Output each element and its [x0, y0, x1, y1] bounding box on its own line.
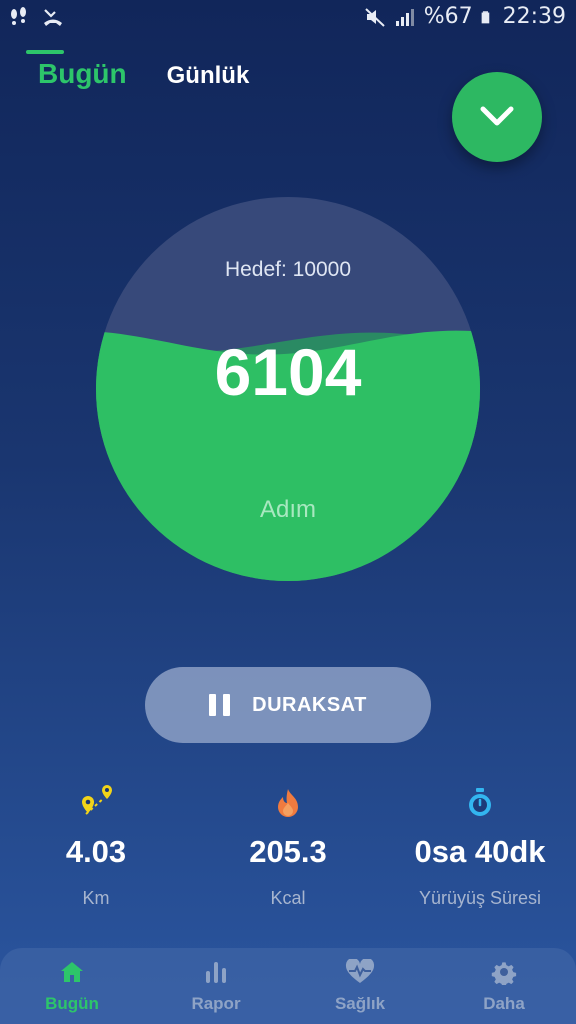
heart-pulse-icon: [345, 959, 375, 983]
signal-icon: [395, 8, 414, 26]
pause-button[interactable]: DURAKSAT: [145, 667, 431, 743]
active-tab-indicator: [26, 50, 64, 54]
tab-daily[interactable]: Günlük: [167, 58, 250, 90]
status-bar: %67 22:39: [0, 0, 576, 38]
calories-value: 205.3: [249, 834, 327, 869]
gear-icon: [491, 962, 517, 985]
distance-label: Km: [82, 888, 110, 908]
pause-icon: [209, 694, 231, 716]
tab-today[interactable]: Bugün: [38, 58, 127, 90]
distance-value: 4.03: [65, 834, 127, 869]
nav-label-report: Rapor: [191, 994, 241, 1013]
flame-icon: [278, 789, 298, 817]
stat-calories: 205.3 Kcal: [192, 784, 384, 909]
bar-chart-icon: [206, 962, 226, 983]
footsteps-icon: [11, 7, 26, 25]
nav-item-more[interactable]: Daha: [432, 948, 576, 1024]
nav-label-health: Sağlık: [334, 994, 386, 1013]
nav-item-health[interactable]: Sağlık: [288, 948, 432, 1024]
walk-time-label: Yürüyüş Süresi: [418, 888, 542, 908]
stat-walk-time: 0sa 40dk Yürüyüş Süresi: [384, 784, 576, 909]
stat-distance: 4.03 Km: [0, 784, 192, 909]
home-icon: [61, 962, 83, 982]
battery-percent: %67: [423, 4, 473, 29]
nav-item-today[interactable]: Bugün: [0, 948, 144, 1024]
calories-label: Kcal: [270, 888, 306, 908]
stopwatch-icon: [469, 788, 491, 816]
nav-label-more: Daha: [483, 994, 525, 1013]
goal-label: Hedef: 10000: [224, 258, 352, 281]
step-count: 6104: [214, 335, 362, 409]
bottom-navigation: Bugün Rapor Sağlık Daha: [0, 948, 576, 1024]
battery-icon: [481, 10, 489, 23]
mute-icon: [365, 7, 385, 27]
top-tabs: Bugün Günlük: [38, 58, 249, 90]
step-unit-label: Adım: [259, 496, 316, 523]
clock: 22:39: [502, 4, 566, 29]
nav-label-today: Bugün: [45, 994, 99, 1013]
walk-time-value: 0sa 40dk: [414, 834, 546, 869]
expand-button[interactable]: [452, 72, 542, 162]
chevron-down-icon: [480, 106, 514, 126]
nav-item-report[interactable]: Rapor: [144, 948, 288, 1024]
pause-button-label: DURAKSAT: [252, 693, 367, 716]
route-pin-icon: [82, 785, 112, 815]
missed-call-icon: [44, 9, 62, 26]
